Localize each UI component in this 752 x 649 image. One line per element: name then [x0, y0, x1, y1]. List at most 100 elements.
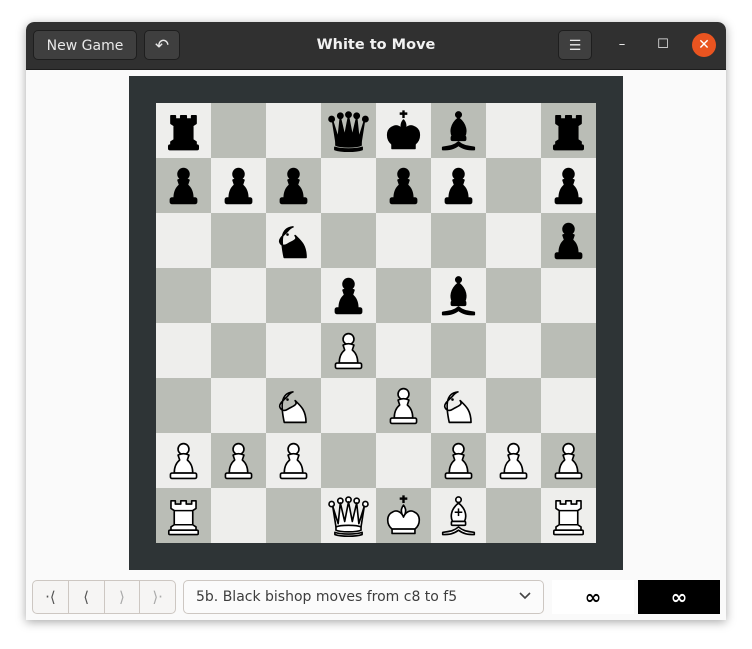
square-d4[interactable]: .ln{stroke:#000000;stroke-width:1.4;}.ey… [321, 323, 376, 378]
square-d5[interactable]: .ln{stroke:#ffffff;stroke-width:1.4;}.ey… [321, 268, 376, 323]
square-g8[interactable] [486, 103, 541, 158]
square-b3[interactable] [211, 378, 266, 433]
board-frame: .ln{stroke:#ffffff;stroke-width:1.4;}.ey… [129, 76, 623, 570]
square-b2[interactable]: .ln{stroke:#000000;stroke-width:1.4;}.ey… [211, 433, 266, 488]
maximize-icon: ☐ [657, 37, 669, 52]
square-e3[interactable]: .ln{stroke:#000000;stroke-width:1.4;}.ey… [376, 378, 431, 433]
square-d7[interactable] [321, 158, 376, 213]
square-f7[interactable]: .ln{stroke:#ffffff;stroke-width:1.4;}.ey… [431, 158, 486, 213]
square-c8[interactable] [266, 103, 321, 158]
square-g4[interactable] [486, 323, 541, 378]
black-rook-icon: .ln{stroke:#ffffff;stroke-width:1.4;}.ey… [552, 114, 585, 151]
square-b7[interactable]: .ln{stroke:#ffffff;stroke-width:1.4;}.ey… [211, 158, 266, 213]
close-button[interactable]: ✕ [692, 33, 716, 57]
black-queen-icon: .ln{stroke:#ffffff;stroke-width:1.4;}.ey… [328, 111, 369, 153]
white-knight-icon: .ln{stroke:#000000;stroke-width:1.4;}.ey… [278, 391, 307, 424]
undo-button[interactable]: ↶ [144, 30, 180, 60]
square-f8[interactable]: .ln{stroke:#ffffff;stroke-width:1.4;}.ey… [431, 103, 486, 158]
square-h2[interactable]: .ln{stroke:#000000;stroke-width:1.4;}.ey… [541, 433, 596, 488]
square-g1[interactable] [486, 488, 541, 543]
square-d3[interactable] [321, 378, 376, 433]
last-move-button[interactable]: ⟩· [140, 581, 175, 613]
square-a2[interactable]: .ln{stroke:#000000;stroke-width:1.4;}.ey… [156, 433, 211, 488]
square-b8[interactable] [211, 103, 266, 158]
square-f3[interactable]: .ln{stroke:#000000;stroke-width:1.4;}.ey… [431, 378, 486, 433]
square-h6[interactable]: .ln{stroke:#ffffff;stroke-width:1.4;}.ey… [541, 213, 596, 268]
minimize-button[interactable]: – [610, 33, 634, 57]
square-f5[interactable]: .ln{stroke:#ffffff;stroke-width:1.4;}.ey… [431, 268, 486, 323]
square-b1[interactable] [211, 488, 266, 543]
square-b6[interactable] [211, 213, 266, 268]
square-a4[interactable] [156, 323, 211, 378]
square-e4[interactable] [376, 323, 431, 378]
black-pawn-icon: .ln{stroke:#ffffff;stroke-width:1.4;}.ey… [334, 277, 363, 315]
square-f2[interactable]: .ln{stroke:#000000;stroke-width:1.4;}.ey… [431, 433, 486, 488]
white-pawn-icon: .ln{stroke:#000000;stroke-width:1.4;}.ey… [169, 442, 198, 480]
maximize-button[interactable]: ☐ [651, 33, 675, 57]
square-c4[interactable] [266, 323, 321, 378]
move-history-select[interactable]: 5b. Black bishop moves from c8 to f5 [183, 580, 544, 614]
square-h4[interactable] [541, 323, 596, 378]
square-c1[interactable] [266, 488, 321, 543]
square-e6[interactable] [376, 213, 431, 268]
new-game-button[interactable]: New Game [33, 30, 137, 60]
square-g5[interactable] [486, 268, 541, 323]
black-clock: ∞ [638, 580, 720, 614]
square-f6[interactable] [431, 213, 486, 268]
square-e5[interactable] [376, 268, 431, 323]
white-pawn-icon: .ln{stroke:#000000;stroke-width:1.4;}.ey… [444, 442, 473, 480]
square-c3[interactable]: .ln{stroke:#000000;stroke-width:1.4;}.ey… [266, 378, 321, 433]
previous-move-button[interactable]: ⟨ [69, 581, 105, 613]
square-h7[interactable]: .ln{stroke:#ffffff;stroke-width:1.4;}.ey… [541, 158, 596, 213]
black-king-icon: .ln{stroke:#ffffff;stroke-width:1.4;}.ey… [386, 110, 421, 150]
square-a3[interactable] [156, 378, 211, 433]
square-d8[interactable]: .ln{stroke:#ffffff;stroke-width:1.4;}.ey… [321, 103, 376, 158]
square-d6[interactable] [321, 213, 376, 268]
next-move-button[interactable]: ⟩ [105, 581, 141, 613]
square-e8[interactable]: .ln{stroke:#ffffff;stroke-width:1.4;}.ey… [376, 103, 431, 158]
square-c7[interactable]: .ln{stroke:#ffffff;stroke-width:1.4;}.ey… [266, 158, 321, 213]
square-g6[interactable] [486, 213, 541, 268]
square-g3[interactable] [486, 378, 541, 433]
white-queen-icon: .ln{stroke:#000000;stroke-width:1.4;}.ey… [328, 496, 369, 538]
close-icon: ✕ [698, 37, 710, 53]
square-a7[interactable]: .ln{stroke:#ffffff;stroke-width:1.4;}.ey… [156, 158, 211, 213]
square-b5[interactable] [211, 268, 266, 323]
square-f1[interactable]: .ln{stroke:#000000;stroke-width:1.4;}.ey… [431, 488, 486, 543]
square-c6[interactable]: .ln{stroke:#ffffff;stroke-width:1.4;}.ey… [266, 213, 321, 268]
bottom-bar: ·⟨ ⟨ ⟩ ⟩· 5b. Black bishop moves from c8… [26, 578, 726, 620]
square-h5[interactable] [541, 268, 596, 323]
minimize-icon: – [618, 37, 626, 52]
square-a6[interactable] [156, 213, 211, 268]
square-c2[interactable]: .ln{stroke:#000000;stroke-width:1.4;}.ey… [266, 433, 321, 488]
white-pawn-icon: .ln{stroke:#000000;stroke-width:1.4;}.ey… [389, 387, 418, 425]
square-c5[interactable] [266, 268, 321, 323]
chess-window: New Game ↶ White to Move ☰ – ☐ ✕ .ln{str… [26, 22, 726, 620]
white-rook-icon: .ln{stroke:#000000;stroke-width:1.4;}.ey… [552, 499, 585, 536]
square-e2[interactable] [376, 433, 431, 488]
black-pawn-icon: .ln{stroke:#ffffff;stroke-width:1.4;}.ey… [554, 222, 583, 260]
white-pawn-icon: .ln{stroke:#000000;stroke-width:1.4;}.ey… [224, 442, 253, 480]
square-h1[interactable]: .ln{stroke:#000000;stroke-width:1.4;}.ey… [541, 488, 596, 543]
square-a1[interactable]: .ln{stroke:#000000;stroke-width:1.4;}.ey… [156, 488, 211, 543]
square-h3[interactable] [541, 378, 596, 433]
square-g2[interactable]: .ln{stroke:#000000;stroke-width:1.4;}.ey… [486, 433, 541, 488]
menu-button[interactable]: ☰ [558, 30, 592, 60]
square-d1[interactable]: .ln{stroke:#000000;stroke-width:1.4;}.ey… [321, 488, 376, 543]
square-f4[interactable] [431, 323, 486, 378]
first-move-button[interactable]: ·⟨ [33, 581, 69, 613]
square-e1[interactable]: .ln{stroke:#000000;stroke-width:1.4;}.ey… [376, 488, 431, 543]
undo-icon: ↶ [154, 36, 170, 56]
chevron-down-icon [519, 592, 531, 600]
white-bishop-icon: .ln{stroke:#000000;stroke-width:1.4;}.ey… [441, 496, 476, 536]
square-d2[interactable] [321, 433, 376, 488]
title-bar: New Game ↶ White to Move ☰ – ☐ ✕ [26, 22, 726, 70]
square-a5[interactable] [156, 268, 211, 323]
white-knight-icon: .ln{stroke:#000000;stroke-width:1.4;}.ey… [443, 391, 472, 424]
square-g7[interactable] [486, 158, 541, 213]
square-h8[interactable]: .ln{stroke:#ffffff;stroke-width:1.4;}.ey… [541, 103, 596, 158]
square-b4[interactable] [211, 323, 266, 378]
black-pawn-icon: .ln{stroke:#ffffff;stroke-width:1.4;}.ey… [169, 167, 198, 205]
square-e7[interactable]: .ln{stroke:#ffffff;stroke-width:1.4;}.ey… [376, 158, 431, 213]
square-a8[interactable]: .ln{stroke:#ffffff;stroke-width:1.4;}.ey… [156, 103, 211, 158]
